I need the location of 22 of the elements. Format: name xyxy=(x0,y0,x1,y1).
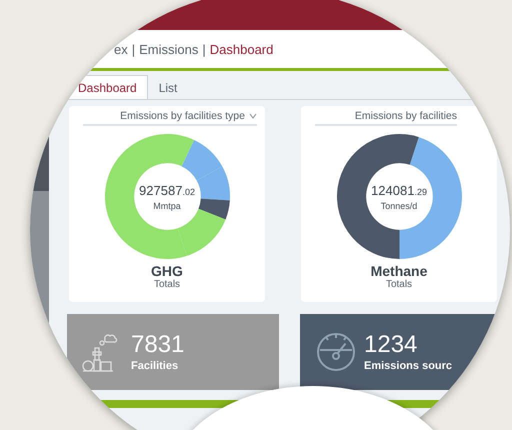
breadcrumb-link[interactable]: Emissions xyxy=(139,42,198,56)
total-value: 927587.02 xyxy=(139,182,195,198)
chart-title: Methane xyxy=(370,263,428,279)
breadcrumb-separator: | xyxy=(202,42,206,56)
tab[interactable]: Dashboard xyxy=(67,75,148,99)
chart-title: GHG xyxy=(151,263,183,279)
breadcrumb-separator: | xyxy=(132,42,136,56)
tab[interactable]: List xyxy=(148,75,188,99)
stat-value: 7831 xyxy=(131,332,184,356)
chart-subtitle: Totals xyxy=(154,279,180,290)
total-value: 124081.29 xyxy=(371,182,427,198)
unit-label: Mmtpa xyxy=(153,200,181,210)
breadcrumb-link[interactable]: Dashboard xyxy=(210,42,274,56)
unit-label: Tonnes/d xyxy=(380,200,418,210)
stat-value: 1234 xyxy=(364,332,418,356)
stat-label: Facilities xyxy=(131,360,180,372)
chart-type-selector[interactable]: Emissions by facilities xyxy=(354,110,457,122)
chart-subtitle: Totals xyxy=(386,279,412,290)
breadcrumb-link[interactable]: ex xyxy=(114,42,128,56)
stat-label: Emissions sourc xyxy=(364,360,452,372)
chart-type-selector[interactable]: Emissions by facilities type xyxy=(120,110,245,122)
gauge-icon xyxy=(314,330,358,374)
